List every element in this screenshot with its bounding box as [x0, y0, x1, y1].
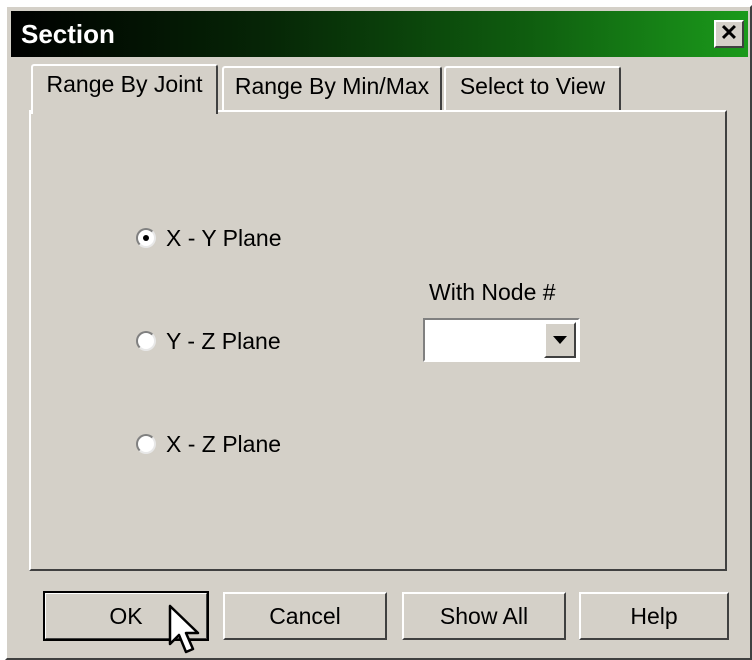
tab-label: Range By Min/Max	[234, 73, 430, 99]
tab-label: Select to View	[459, 73, 606, 99]
radio-label: X - Y Plane	[166, 224, 282, 251]
title-bar[interactable]: Section ✕	[11, 11, 748, 57]
radio-yz-plane[interactable]: Y - Z Plane	[136, 325, 281, 357]
close-button[interactable]: ✕	[714, 20, 744, 48]
tab-label: Range By Joint	[46, 71, 203, 97]
tab-select-to-view[interactable]: Select to View	[444, 66, 621, 110]
show-all-button[interactable]: Show All	[402, 592, 566, 640]
cancel-button-label: Cancel	[269, 603, 341, 629]
help-button-label: Help	[630, 603, 678, 629]
show-all-button-label: Show All	[439, 603, 529, 629]
chevron-down-icon	[553, 336, 567, 344]
radio-label: X - Z Plane	[166, 430, 282, 457]
radio-button-checked[interactable]	[136, 228, 156, 248]
window-title: Section	[21, 19, 115, 49]
tab-range-by-joint[interactable]: Range By Joint	[31, 64, 218, 114]
tab-range-by-min-max[interactable]: Range By Min/Max	[222, 66, 442, 110]
dropdown-button[interactable]	[544, 322, 576, 358]
radio-button[interactable]	[136, 331, 156, 351]
close-icon: ✕	[719, 20, 739, 45]
ok-button-label: OK	[109, 603, 143, 629]
node-label: With Node #	[429, 279, 556, 305]
tab-panel-range-by-joint	[29, 110, 727, 571]
radio-label: Y - Z Plane	[166, 327, 281, 354]
cancel-button[interactable]: Cancel	[223, 592, 387, 640]
help-button[interactable]: Help	[579, 592, 729, 640]
radio-xz-plane[interactable]: X - Z Plane	[136, 428, 281, 460]
radio-xy-plane[interactable]: X - Y Plane	[136, 222, 282, 254]
node-select[interactable]	[423, 318, 580, 362]
mouse-pointer-icon	[168, 604, 200, 654]
radio-button[interactable]	[136, 434, 156, 454]
